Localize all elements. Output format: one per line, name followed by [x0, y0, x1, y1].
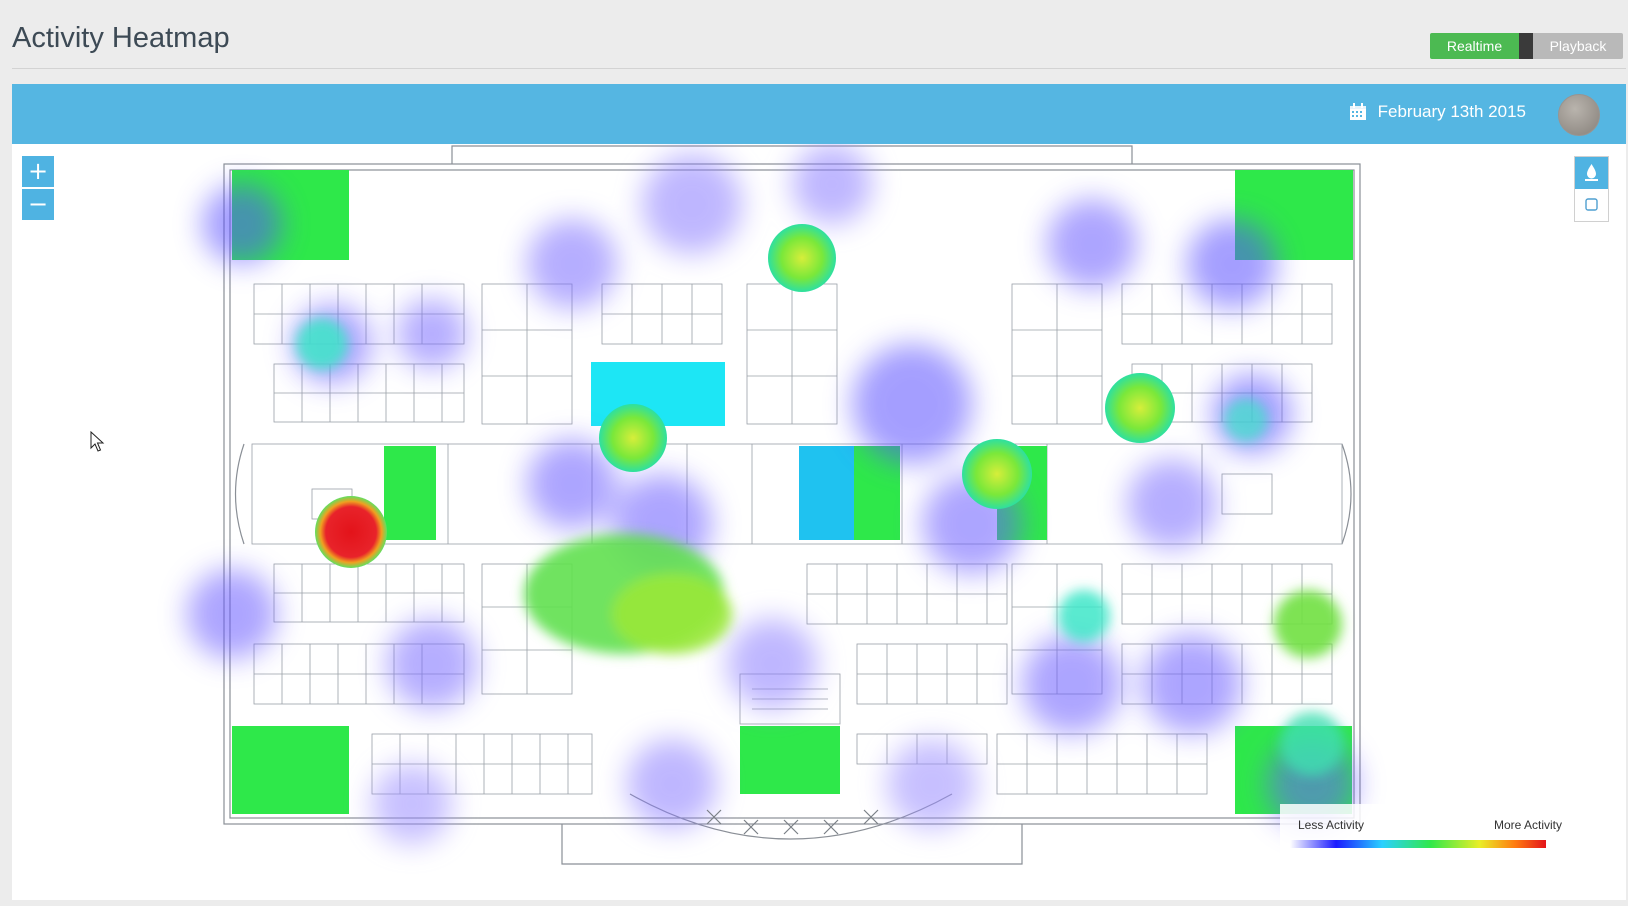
- layer-toggle-button[interactable]: [1575, 189, 1608, 221]
- date-bar: February 13th 2015: [12, 84, 1626, 144]
- zoom-in-button[interactable]: +: [22, 156, 54, 187]
- realtime-button[interactable]: Realtime: [1430, 33, 1519, 59]
- page-title: Activity Heatmap: [12, 22, 230, 54]
- heatmap-canvas[interactable]: + − Less Activity More Activity: [12, 144, 1626, 900]
- zoom-controls: + −: [22, 156, 54, 220]
- date-label: February 13th 2015: [1377, 102, 1526, 121]
- legend-high-label: More Activity: [1493, 818, 1562, 832]
- square-checkbox-icon: [1585, 198, 1598, 211]
- title-divider: [12, 68, 1626, 69]
- activity-legend: Less Activity More Activity: [1280, 804, 1580, 888]
- heatmap-drop-icon: [1585, 164, 1598, 181]
- mouse-pointer-icon: [90, 431, 105, 452]
- zoom-out-button[interactable]: −: [22, 189, 54, 220]
- mode-toggle: Realtime Playback: [1430, 33, 1623, 59]
- legend-gradient-bar: [1290, 840, 1546, 848]
- heatmap-layer-button[interactable]: [1575, 157, 1608, 189]
- legend-low-label: Less Activity: [1298, 818, 1365, 832]
- globe-icon[interactable]: [1558, 94, 1600, 136]
- floor-plan: [187, 144, 1361, 865]
- date-picker[interactable]: February 13th 2015: [1349, 102, 1526, 122]
- calendar-icon: [1349, 103, 1366, 120]
- playback-button[interactable]: Playback: [1533, 33, 1623, 59]
- layer-controls: [1574, 156, 1609, 222]
- mode-divider: [1519, 33, 1533, 59]
